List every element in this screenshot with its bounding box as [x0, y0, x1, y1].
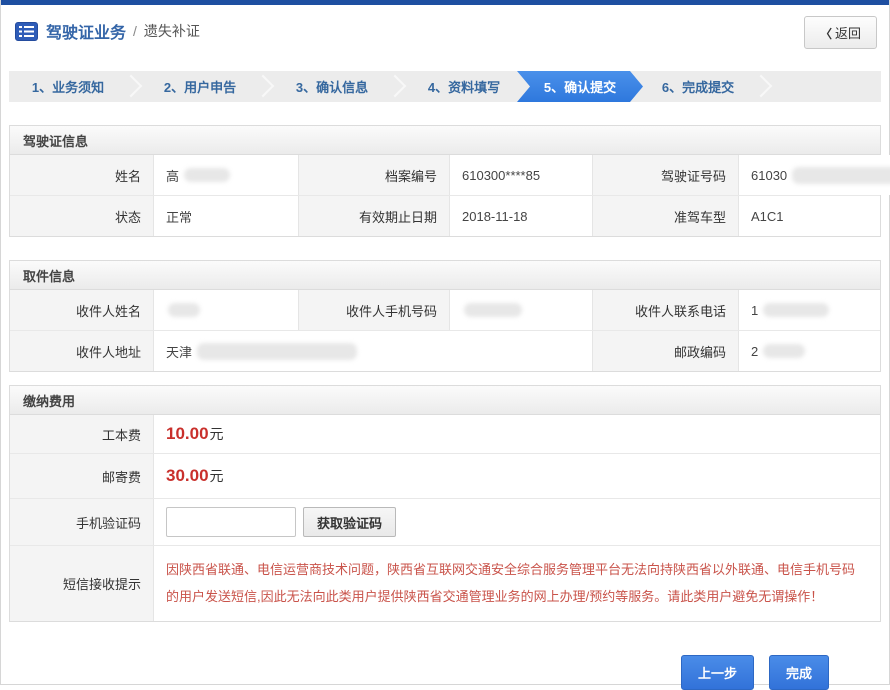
fees-section-title: 缴纳费用: [10, 386, 880, 415]
list-icon: [15, 22, 38, 41]
license-section-title: 驾驶证信息: [10, 126, 880, 155]
sms-notice-label: 短信接收提示: [10, 546, 154, 621]
license-info-section: 驾驶证信息 姓名 高 档案编号 610300****85 驾驶证号码 61030…: [9, 125, 881, 237]
recipient-mobile-label: 收件人手机号码: [299, 290, 450, 330]
table-row: 手机验证码 获取验证码: [10, 498, 880, 545]
wizard-step-1[interactable]: 1、业务须知: [9, 71, 127, 102]
wizard-step-5-active[interactable]: 5、确认提交: [517, 71, 643, 102]
fee-amount: 30.00: [166, 466, 209, 486]
status-label: 状态: [10, 196, 154, 236]
license-no-label: 驾驶证号码: [593, 155, 739, 195]
recipient-tel-value: 1: [739, 290, 880, 330]
fee-amount: 10.00: [166, 424, 209, 444]
chevron-left-icon: 〈: [820, 27, 832, 41]
recipient-address-value: 天津: [154, 331, 593, 371]
chevron-right-icon: [259, 71, 273, 102]
table-row: 状态 正常 有效期止日期 2018-11-18 准驾车型 A1C1: [10, 195, 880, 236]
vehicle-class-label: 准驾车型: [593, 196, 739, 236]
redacted-value: [792, 167, 890, 184]
chevron-right-icon: [127, 71, 141, 102]
sms-notice-cell: 因陕西省联通、电信运营商技术问题，陕西省互联网交通安全综合服务管理平台无法向持陕…: [154, 546, 880, 621]
name-label: 姓名: [10, 155, 154, 195]
vehicle-class-value: A1C1: [739, 196, 880, 236]
redacted-value: [168, 303, 200, 317]
production-fee-value: 10.00元: [154, 415, 880, 453]
page-title: 驾驶证业务: [46, 19, 126, 43]
sms-notice-text: 因陕西省联通、电信运营商技术问题，陕西省互联网交通安全综合服务管理平台无法向持陕…: [166, 557, 866, 610]
table-row: 姓名 高 档案编号 610300****85 驾驶证号码 61030: [10, 155, 880, 195]
chevron-right-icon: [391, 71, 405, 102]
redacted-value: [464, 303, 522, 317]
recipient-mobile-value: [450, 290, 593, 330]
fees-section: 缴纳费用 工本费 10.00元 邮寄费 30.00元 手机验证码 获取验证码 短…: [9, 385, 881, 622]
redacted-value: [184, 168, 230, 182]
content: 1、业务须知 2、用户申告 3、确认信息 4、资料填写 5、确认提交 6、完成提…: [1, 71, 889, 690]
recipient-tel-label: 收件人联系电话: [593, 290, 739, 330]
sms-code-field: 获取验证码: [154, 499, 880, 545]
recipient-address-label: 收件人地址: [10, 331, 154, 371]
table-row: 收件人地址 天津 邮政编码 2: [10, 330, 880, 371]
valid-until-value: 2018-11-18: [450, 196, 593, 236]
get-sms-code-button[interactable]: 获取验证码: [303, 507, 396, 537]
breadcrumb-separator: /: [133, 23, 137, 39]
wizard-step-3[interactable]: 3、确认信息: [273, 71, 391, 102]
back-button-label: 返回: [835, 26, 861, 41]
wizard-filler: [771, 71, 881, 102]
table-row: 工本费 10.00元: [10, 415, 880, 453]
file-no-label: 档案编号: [299, 155, 450, 195]
back-button[interactable]: 〈返回: [804, 16, 877, 49]
status-value: 正常: [154, 196, 299, 236]
sms-code-input[interactable]: [166, 507, 296, 537]
postage-fee-value: 30.00元: [154, 454, 880, 498]
page-header: 驾驶证业务 / 遗失补证 〈返回: [1, 5, 889, 57]
postal-code-value: 2: [739, 331, 880, 371]
name-value: 高: [154, 155, 299, 195]
redacted-value: [763, 303, 829, 317]
production-fee-label: 工本费: [10, 415, 154, 453]
wizard-step-2[interactable]: 2、用户申告: [141, 71, 259, 102]
pickup-section-title: 取件信息: [10, 261, 880, 290]
step-wizard: 1、业务须知 2、用户申告 3、确认信息 4、资料填写 5、确认提交 6、完成提…: [9, 71, 881, 102]
page: 驾驶证业务 / 遗失补证 〈返回 1、业务须知 2、用户申告 3、确认信息 4、…: [0, 0, 890, 685]
wizard-step-6[interactable]: 6、完成提交: [639, 71, 757, 102]
wizard-step-4[interactable]: 4、资料填写: [405, 71, 523, 102]
breadcrumb-current: 遗失补证: [144, 21, 200, 41]
redacted-value: [763, 344, 805, 358]
file-no-value: 610300****85: [450, 155, 593, 195]
valid-until-label: 有效期止日期: [299, 196, 450, 236]
redacted-value: [197, 343, 357, 360]
postal-code-label: 邮政编码: [593, 331, 739, 371]
sms-code-label: 手机验证码: [10, 499, 154, 545]
recipient-name-label: 收件人姓名: [10, 290, 154, 330]
recipient-name-value: [154, 290, 299, 330]
fee-unit: 元: [210, 466, 224, 486]
table-row: 短信接收提示 因陕西省联通、电信运营商技术问题，陕西省互联网交通安全综合服务管理…: [10, 545, 880, 621]
table-row: 收件人姓名 收件人手机号码 收件人联系电话 1: [10, 290, 880, 330]
fee-unit: 元: [210, 424, 224, 444]
pickup-info-section: 取件信息 收件人姓名 收件人手机号码 收件人联系电话 1 收件人地址 天津 邮政…: [9, 260, 881, 372]
postage-fee-label: 邮寄费: [10, 454, 154, 498]
table-row: 邮寄费 30.00元: [10, 453, 880, 498]
license-no-value: 61030: [739, 155, 890, 195]
chevron-right-icon: [757, 71, 771, 102]
